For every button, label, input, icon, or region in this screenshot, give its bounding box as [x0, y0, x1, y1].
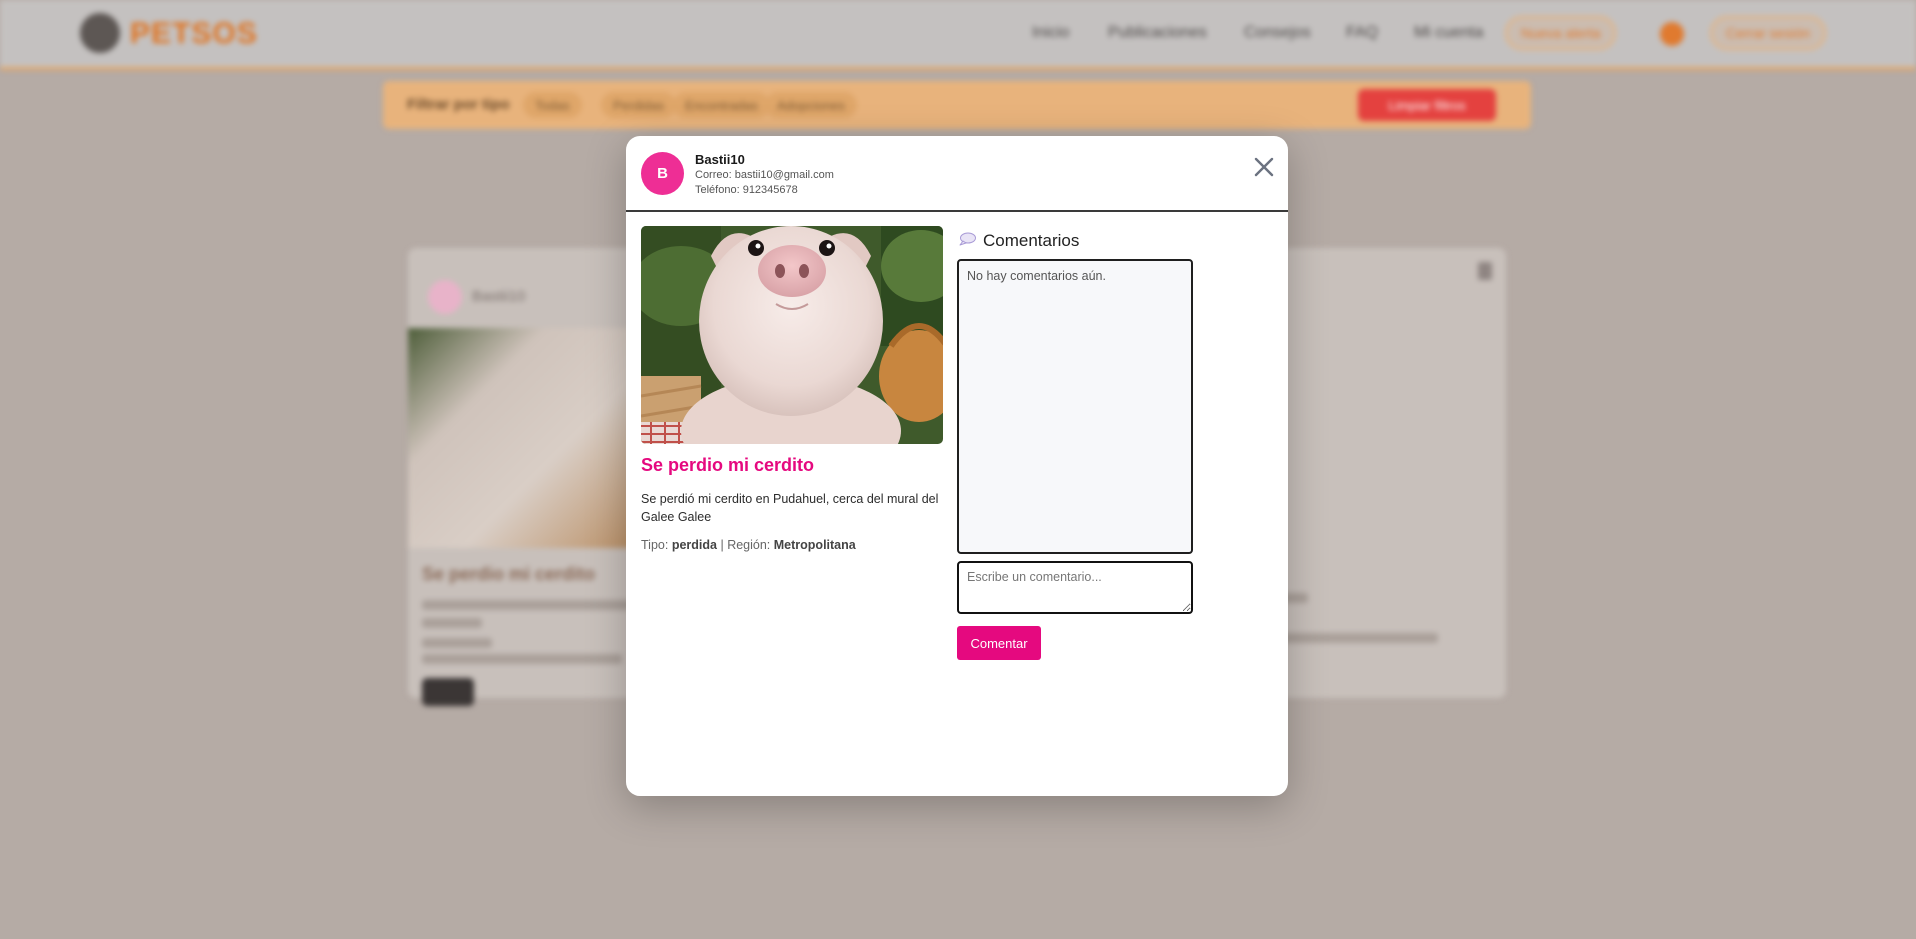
text-line [422, 618, 482, 628]
filter-bar: Filtrar por tipo Todas Perdidas Encontra… [383, 81, 1531, 129]
chip-perdidas[interactable]: Perdidas [601, 92, 677, 118]
meta-separator: | [720, 538, 724, 552]
post-image [641, 226, 943, 444]
post-detail-modal: B Bastii10 Correo: bastii10@gmail.com Te… [626, 136, 1288, 796]
region-label: Región: [727, 538, 771, 552]
top-navbar: PETSOS Inicio Publicaciones Consejos FAQ… [0, 0, 1916, 70]
post-description: Se perdió mi cerdito en Pudahuel, cerca … [641, 492, 939, 524]
avatar: B [641, 152, 684, 195]
card-author: Bastii10 [472, 288, 526, 305]
post-card-image [408, 328, 648, 548]
clear-filters-button[interactable]: Limpiar filtros [1358, 89, 1496, 121]
nav-item-publicaciones[interactable]: Publicaciones [1108, 24, 1207, 42]
logo-icon [80, 13, 120, 53]
chip-encontradas[interactable]: Encontradas [673, 92, 770, 118]
brand-logo: PETSOS [130, 17, 258, 50]
comment-input[interactable] [957, 561, 1193, 614]
nav-item-consejos[interactable]: Consejos [1244, 24, 1311, 42]
chip-adopciones[interactable]: Adopciones [765, 92, 857, 118]
close-icon[interactable] [1251, 154, 1277, 180]
new-alert-button[interactable]: Nueva alerta [1505, 16, 1617, 50]
region-value: Metropolitana [773, 538, 856, 552]
nav-item-inicio[interactable]: Inicio [1032, 24, 1069, 42]
card-button[interactable] [422, 678, 474, 706]
submit-comment-button[interactable]: Comentar [957, 626, 1041, 660]
type-value: perdida [671, 538, 717, 552]
text-line [422, 654, 622, 664]
type-label: Tipo: [641, 538, 669, 552]
chip-todas[interactable]: Todas [523, 92, 582, 118]
filter-title: Filtrar por tipo [407, 96, 510, 113]
user-phone: Teléfono: 912345678 [695, 184, 798, 196]
post-title: Se perdio mi cerdito [641, 455, 815, 475]
modal-header: B Bastii10 Correo: bastii10@gmail.com Te… [626, 136, 1288, 212]
comments-title: Comentarios [983, 231, 1080, 250]
post-meta: Tipo: perdida | Región: Metropolitana [641, 538, 856, 552]
nav-item-faq[interactable]: FAQ [1346, 24, 1378, 42]
card-title: Se perdio mi cerdito [422, 564, 596, 584]
speech-bubble-icon [959, 232, 976, 246]
user-name: Bastii10 [695, 152, 745, 167]
text-line [422, 600, 632, 610]
nav-item-mi-cuenta[interactable]: Mi cuenta [1414, 24, 1483, 42]
text-line [1268, 633, 1438, 643]
text-line [422, 638, 492, 648]
trash-icon[interactable] [1478, 262, 1492, 280]
user-email: Correo: bastii10@gmail.com [695, 169, 834, 181]
comments-list[interactable]: No hay comentarios aún. [957, 259, 1193, 554]
user-avatar-icon[interactable] [1660, 22, 1684, 46]
logout-button[interactable]: Cerrar sesión [1710, 16, 1827, 50]
avatar [428, 280, 462, 314]
comments-empty-text: No hay comentarios aún. [967, 269, 1106, 283]
